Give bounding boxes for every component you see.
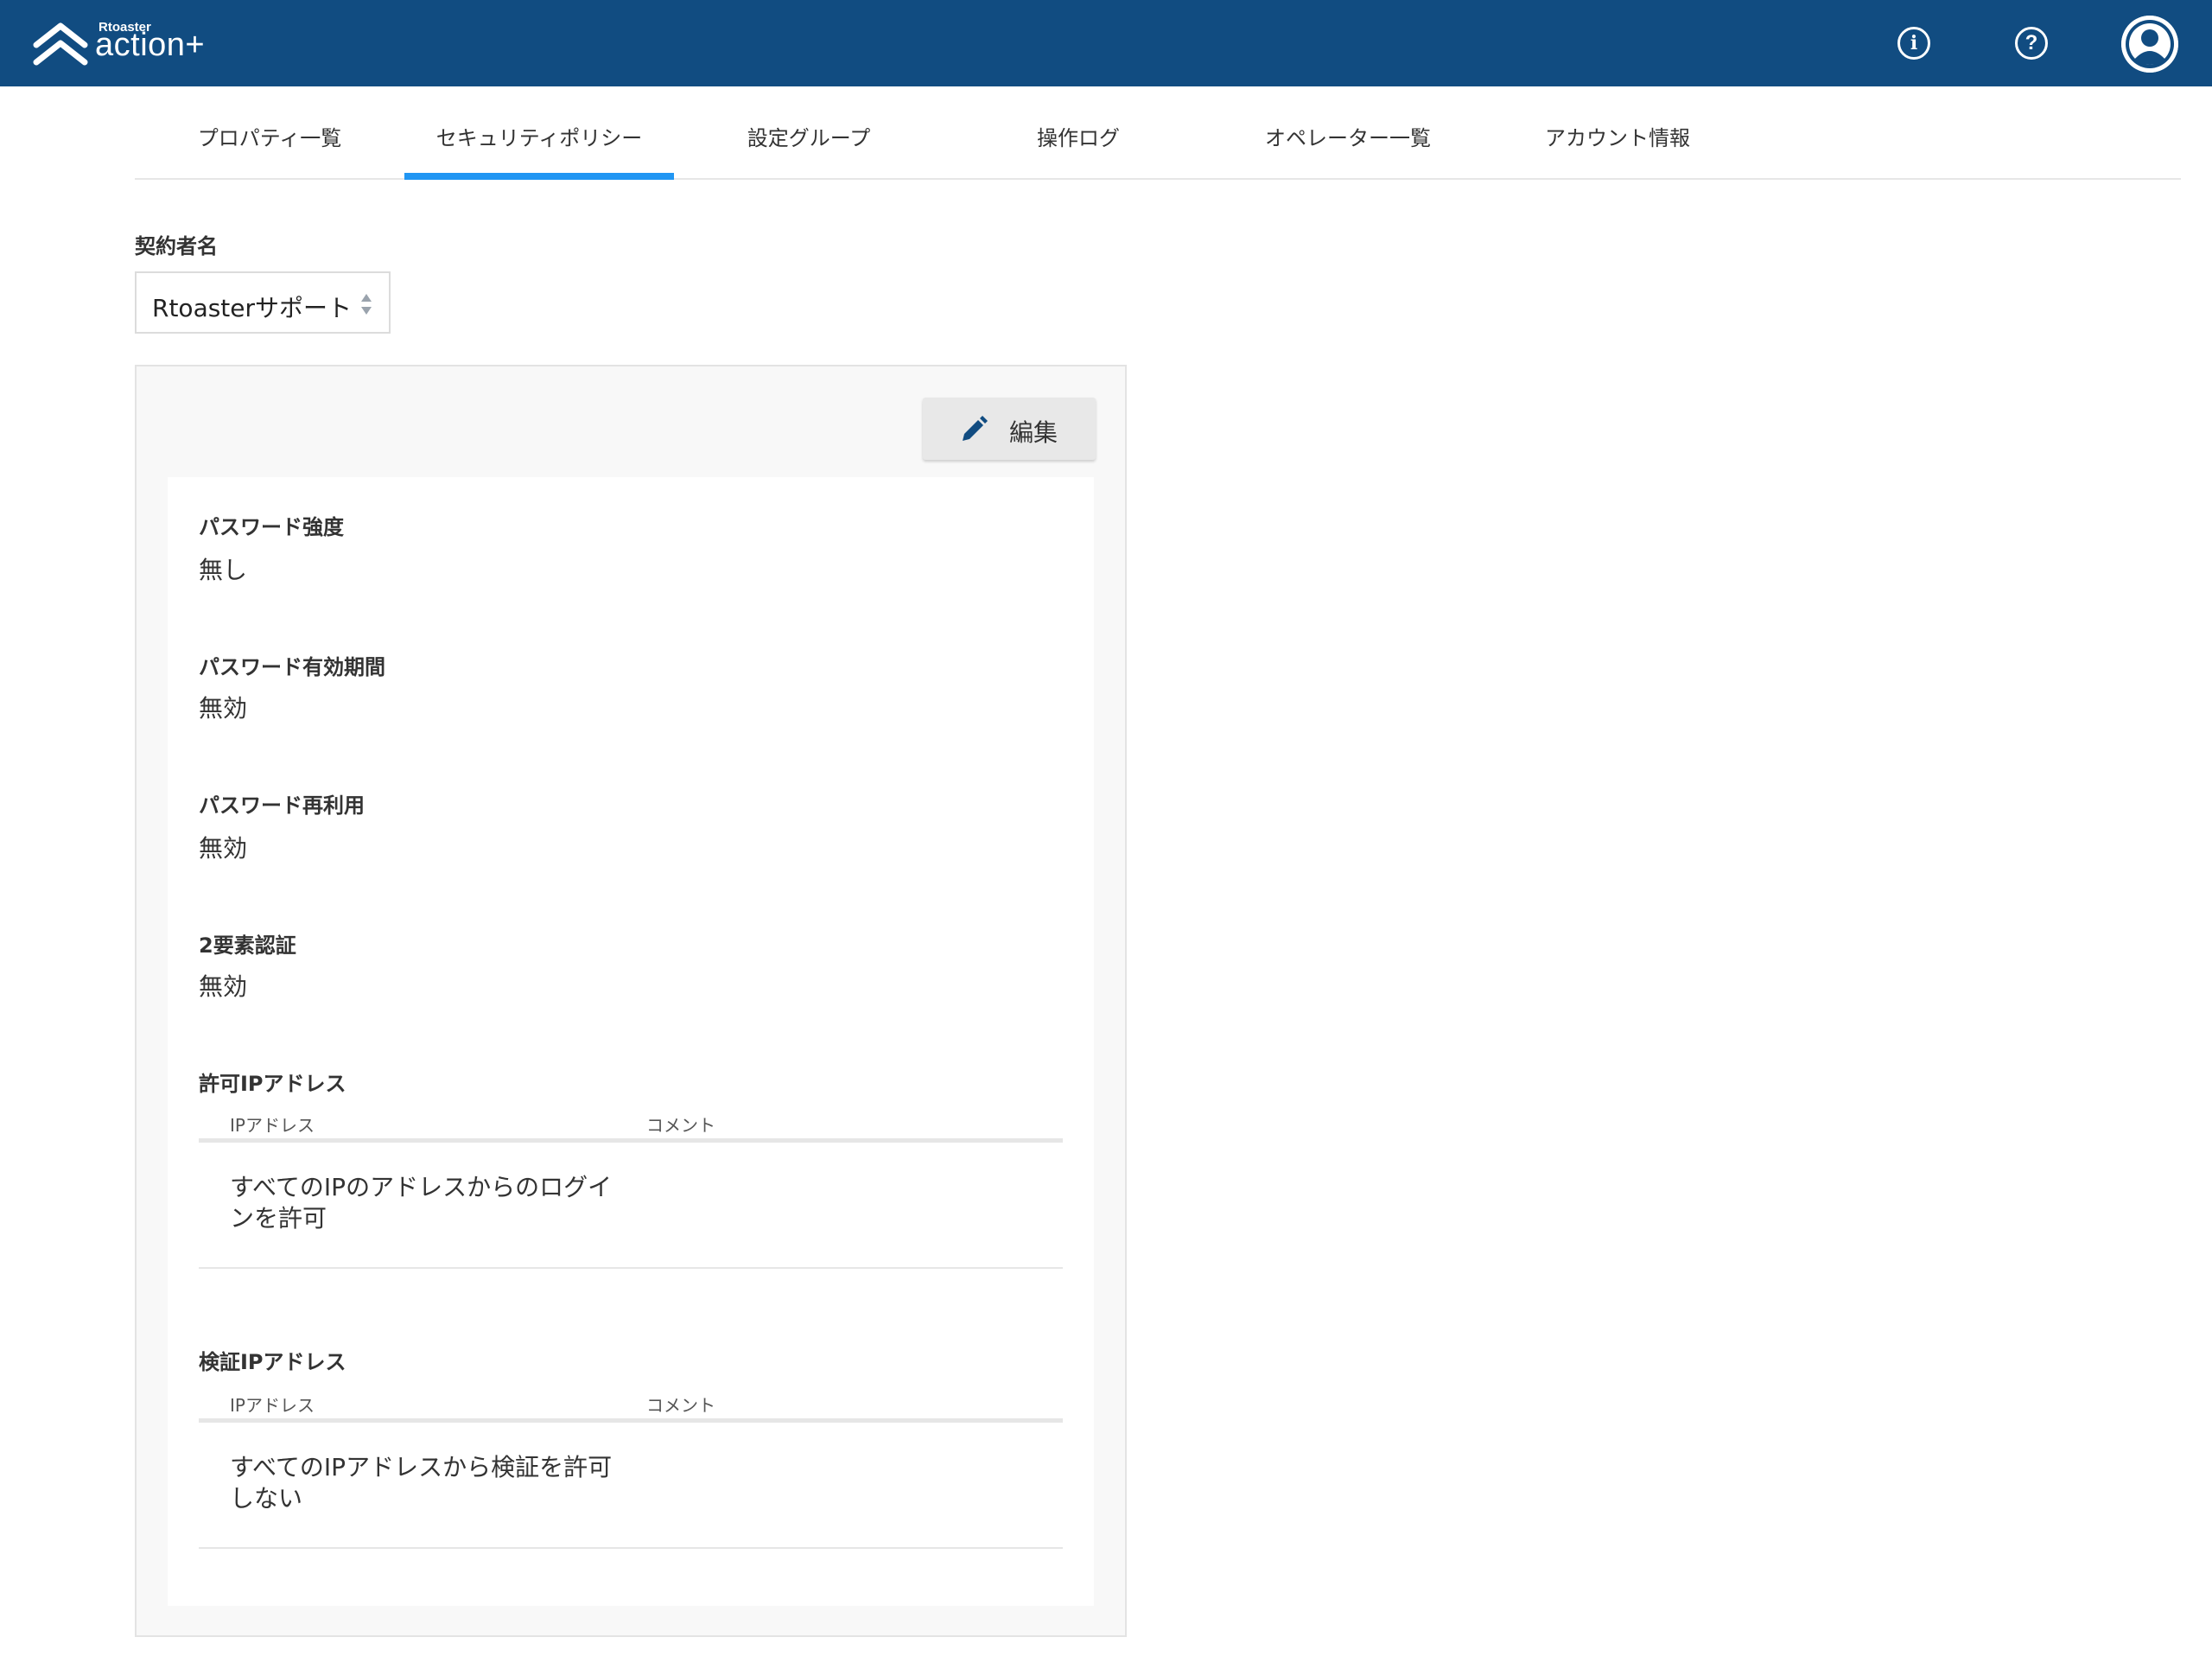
- table-row: すべてのIPアドレスから検証を許可しない: [199, 1423, 1063, 1549]
- logo-product-text: action+: [95, 27, 206, 63]
- contract-select-value: Rtoasterサポート: [152, 294, 353, 322]
- table-header: IPアドレス コメント: [199, 1106, 1063, 1143]
- password-strength-value: 無し: [199, 556, 248, 584]
- column-header-comment: コメント: [646, 1395, 715, 1416]
- tab-operation-log[interactable]: 操作ログ: [944, 86, 1213, 178]
- app-logo[interactable]: Rtoaster action+: [33, 19, 232, 67]
- info-icon[interactable]: i: [1897, 27, 1930, 60]
- table-row: すべてのIPのアドレスからのログインを許可: [199, 1143, 1063, 1269]
- table-header: IPアドレス コメント: [199, 1386, 1063, 1423]
- tab-settings-group[interactable]: 設定グループ: [674, 86, 944, 178]
- two-factor-title: 2要素認証: [199, 933, 296, 958]
- password-expiry-title: パスワード有効期間: [199, 655, 385, 679]
- policy-details: パスワード強度 無し パスワード有効期間 無効 パスワード再利用 無効 2要素認…: [168, 477, 1094, 1606]
- select-sort-icon: [361, 294, 372, 315]
- password-reuse-value: 無効: [199, 834, 248, 863]
- ip-cell: すべてのIPのアドレスからのログインを許可: [230, 1173, 613, 1233]
- user-avatar-icon[interactable]: [2121, 16, 2178, 73]
- logo-chevron-icon: [33, 22, 88, 66]
- main-tabs: プロパティ一覧 セキュリティポリシー 設定グループ 操作ログ オペレーター一覧 …: [135, 86, 2181, 180]
- password-expiry-value: 無効: [199, 694, 248, 723]
- password-strength-title: パスワード強度: [199, 515, 344, 539]
- tab-account-info[interactable]: アカウント情報: [1483, 86, 1752, 178]
- top-app-bar: Rtoaster action+ i ?: [0, 0, 2212, 86]
- column-header-ip: IPアドレス: [230, 1115, 315, 1136]
- pencil-icon: [963, 416, 988, 441]
- edit-button-label: 編集: [1009, 418, 1058, 447]
- password-reuse-title: パスワード再利用: [199, 793, 365, 818]
- contract-select[interactable]: Rtoasterサポート: [135, 271, 391, 334]
- allowed-ip-table: IPアドレス コメント すべてのIPのアドレスからのログインを許可: [199, 1106, 1063, 1269]
- help-icon[interactable]: ?: [2015, 27, 2048, 60]
- tab-operator-list[interactable]: オペレーター一覧: [1213, 86, 1483, 178]
- contract-name-label: 契約者名: [135, 234, 218, 258]
- tab-security-policy[interactable]: セキュリティポリシー: [404, 86, 674, 180]
- verify-ip-title: 検証IPアドレス: [199, 1350, 346, 1374]
- tab-property-list[interactable]: プロパティ一覧: [135, 86, 404, 178]
- edit-button[interactable]: 編集: [923, 398, 1096, 460]
- ip-cell: すべてのIPアドレスから検証を許可しない: [230, 1453, 613, 1513]
- allowed-ip-title: 許可IPアドレス: [199, 1072, 346, 1096]
- column-header-comment: コメント: [646, 1115, 715, 1136]
- security-policy-panel: 編集 パスワード強度 無し パスワード有効期間 無効 パスワード再利用 無効 2…: [135, 365, 1127, 1637]
- two-factor-value: 無効: [199, 972, 248, 1001]
- verify-ip-table: IPアドレス コメント すべてのIPアドレスから検証を許可しない: [199, 1386, 1063, 1549]
- column-header-ip: IPアドレス: [230, 1395, 315, 1416]
